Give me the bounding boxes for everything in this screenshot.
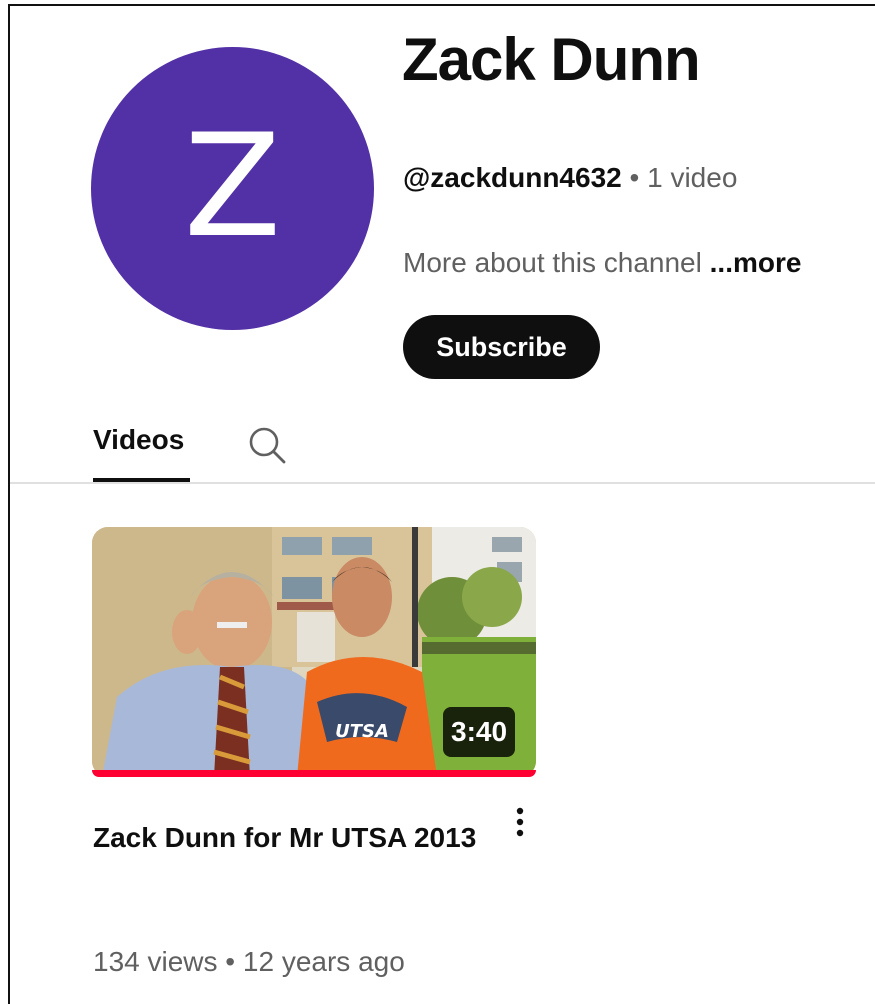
view-count: 134 views [93, 946, 218, 977]
shirt-text: UTSA [335, 721, 389, 742]
channel-about[interactable]: More about this channel ...more [403, 247, 801, 279]
tab-videos[interactable]: Videos [93, 424, 184, 456]
kebab-menu-icon[interactable] [508, 806, 532, 840]
video-meta: 134 views • 12 years ago [93, 946, 405, 978]
subscribe-button[interactable]: Subscribe [403, 315, 600, 379]
search-icon[interactable] [246, 424, 288, 466]
channel-name: Zack Dunn [402, 26, 701, 93]
duration-badge: 3:40 [443, 707, 516, 757]
upload-age: 12 years ago [242, 946, 405, 977]
watch-progress-bar [92, 770, 536, 777]
meta-separator: • [621, 162, 648, 193]
more-link[interactable]: ...more [702, 247, 802, 278]
channel-avatar[interactable]: Z [91, 47, 374, 330]
channel-handle: @zackdunn4632 [403, 162, 622, 193]
video-count: 1 video [647, 162, 738, 193]
channel-meta: @zackdunn4632 • 1 video [403, 162, 737, 194]
tab-divider [10, 482, 875, 484]
meta-separator: • [217, 946, 243, 977]
about-text: More about this channel [403, 247, 702, 278]
avatar-letter: Z [183, 103, 282, 269]
video-title[interactable]: Zack Dunn for Mr UTSA 2013 [93, 806, 483, 869]
